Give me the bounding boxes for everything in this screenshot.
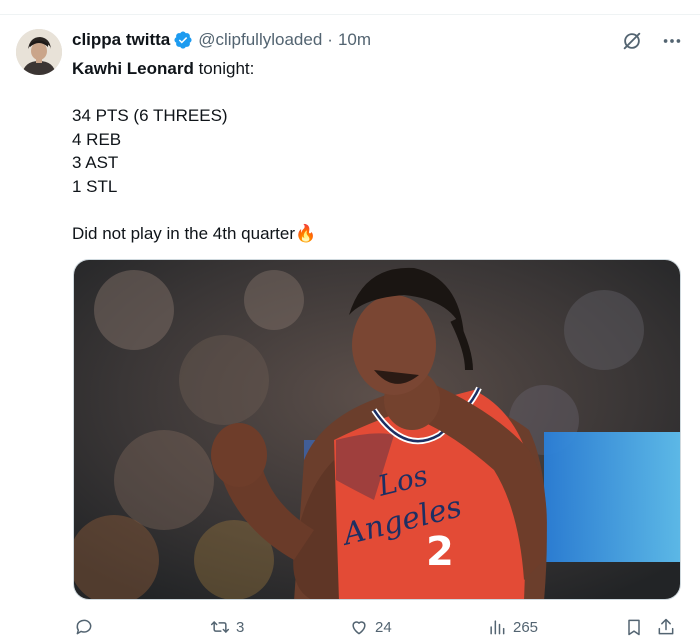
like-button[interactable]: 24 [349,617,392,637]
stat-rebounds: 4 REB [72,129,122,149]
stat-points: 34 PTS (6 THREES) [72,106,228,125]
header-actions [620,29,684,53]
tweet-photo[interactable]: Los Angeles 2 [73,259,681,600]
views-icon [490,620,505,635]
stat-assists: 3 AST [72,153,119,172]
jersey-number-text: 2 [426,529,454,575]
retweet-button[interactable]: 3 [210,617,244,637]
bookmark-icon [628,619,640,636]
reply-icon [76,619,92,635]
tweet-actions: 3 24 265 [72,617,674,639]
display-name[interactable]: clippa twitta [72,30,170,50]
separator-dot: · [327,30,333,49]
retweet-icon [210,621,230,633]
view-count: 265 [513,618,539,636]
like-icon [352,621,366,635]
bookmark-button[interactable] [624,617,644,637]
tweet-header: clippa twitta @clipfullyloaded · 10m [72,29,684,51]
player-mention: Kawhi Leonard [72,59,194,78]
retweet-count: 3 [236,618,245,636]
grok-icon[interactable] [620,29,644,53]
share-button[interactable] [656,617,676,637]
note-text: Did not play in the 4th quarter [72,223,296,243]
tweet-intro-line: Kawhi Leonard tonight: [72,57,672,81]
handle[interactable]: @clipfullyloaded [198,30,322,50]
intro-rest: tonight: [193,59,255,78]
photo-scene: Los Angeles 2 [74,260,680,599]
share-icon [658,618,674,635]
tweet-text: Kawhi Leonard tonight: 34 PTS (6 THREES)… [72,57,672,245]
tweet-note-line: Did not play in the 4th quarter🔥 [72,222,672,246]
verified-badge-icon [174,31,192,49]
stat-steals: 1 STL [72,176,118,196]
avatar-image [16,29,62,75]
fire-emoji: 🔥 [295,223,317,243]
avatar[interactable] [16,29,62,75]
more-icon[interactable] [660,29,684,53]
reply-button[interactable] [74,617,100,637]
like-count: 24 [375,618,392,636]
views-button[interactable]: 265 [487,617,538,637]
timestamp[interactable]: 10m [338,30,371,50]
tweet-card[interactable]: clippa twitta @clipfullyloaded · 10m Kaw… [0,14,700,639]
